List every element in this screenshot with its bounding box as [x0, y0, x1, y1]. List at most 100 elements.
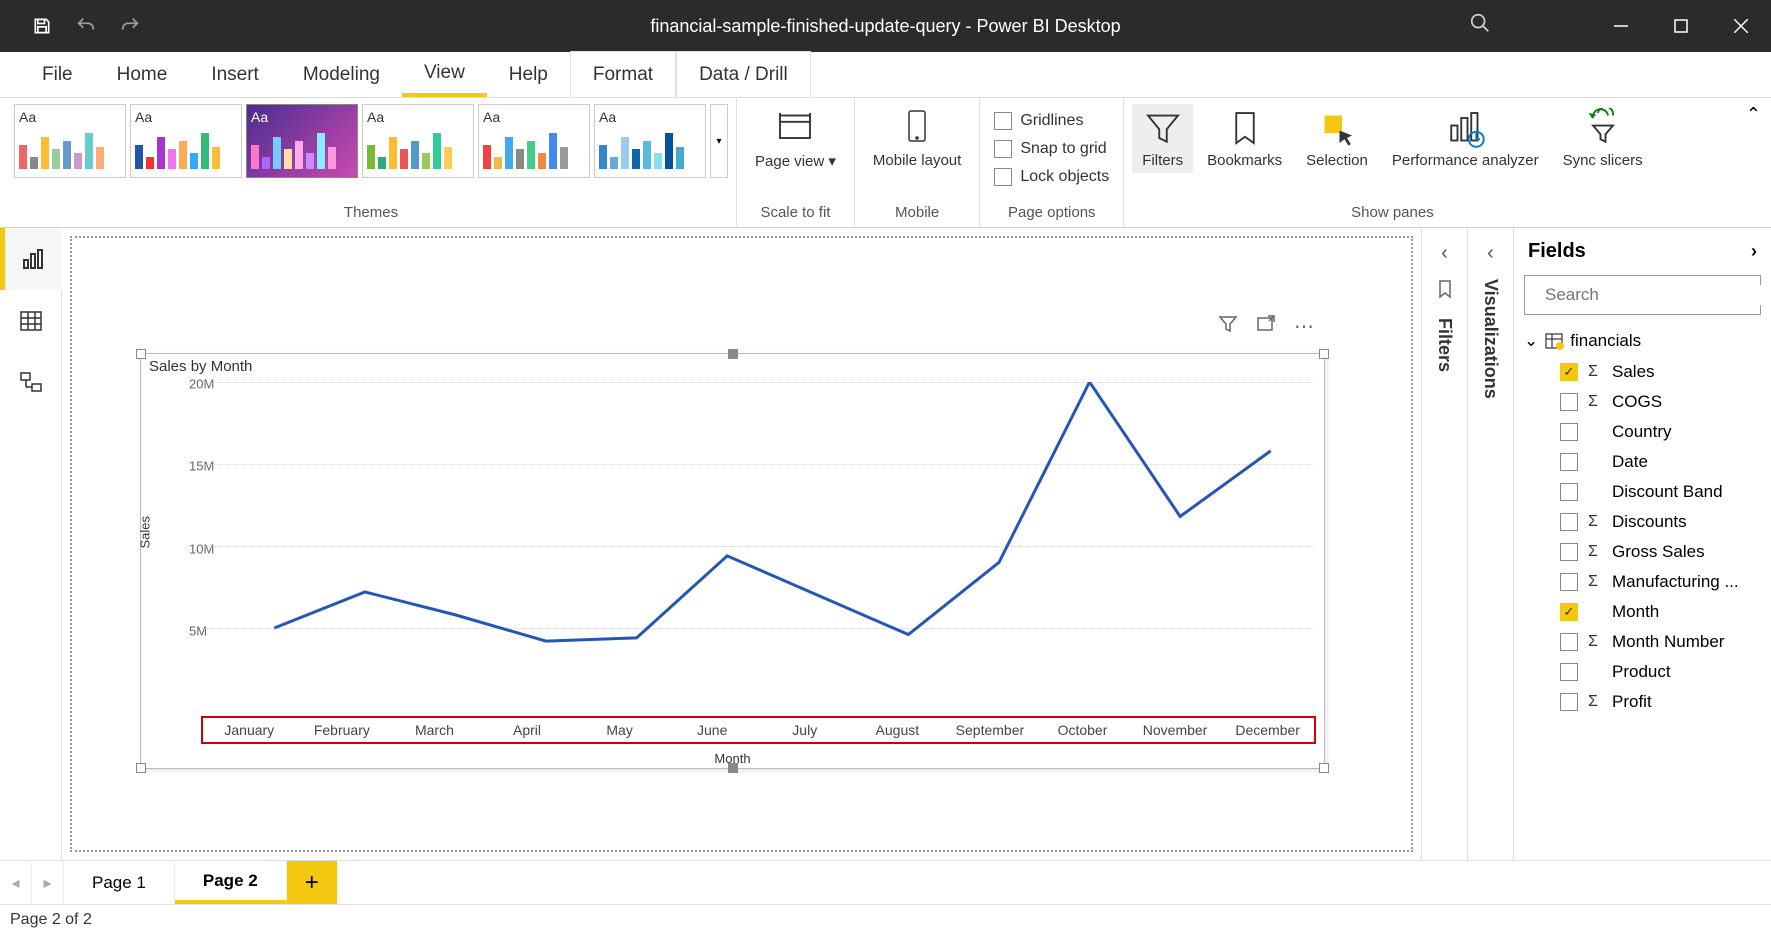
page-tab-2[interactable]: Page 2	[175, 861, 287, 904]
tab-home[interactable]: Home	[95, 52, 190, 97]
checkbox[interactable]	[1560, 423, 1578, 441]
checkbox[interactable]	[1560, 453, 1578, 471]
table-icon	[1544, 331, 1564, 351]
filters-pane-button[interactable]: Filters	[1132, 104, 1193, 173]
checkbox[interactable]	[1560, 633, 1578, 651]
sync-slicers-button[interactable]: Sync slicers	[1553, 104, 1653, 173]
chart-plot	[229, 382, 1316, 710]
status-text: Page 2 of 2	[10, 911, 92, 929]
chart-ylabel: Sales	[138, 516, 153, 549]
add-page-button[interactable]: +	[287, 861, 337, 904]
field-profit[interactable]: ΣProfit	[1520, 687, 1765, 717]
field-discount-band[interactable]: Discount Band	[1520, 477, 1765, 507]
next-page-icon[interactable]: ▸	[32, 861, 64, 904]
bookmarks-button[interactable]: Bookmarks	[1197, 104, 1292, 173]
x-tick: February	[296, 718, 389, 742]
tab-format[interactable]: Format	[570, 51, 676, 97]
group-pageopts-label: Page options	[1008, 204, 1096, 225]
tab-view[interactable]: View	[402, 52, 487, 97]
checkbox[interactable]: ✓	[1560, 603, 1578, 621]
fields-title: Fields	[1528, 240, 1586, 263]
data-view-icon[interactable]	[0, 290, 62, 352]
checkbox[interactable]	[1560, 573, 1578, 591]
field-month[interactable]: ✓Month	[1520, 597, 1765, 627]
checkbox[interactable]: ✓	[1560, 363, 1578, 381]
report-view-icon[interactable]	[0, 228, 62, 290]
theme-5[interactable]: Aa	[478, 104, 590, 178]
checkbox[interactable]	[1560, 663, 1578, 681]
report-canvas[interactable]: ⋯ Sales by Month Sales Month 5M10M15M20M…	[62, 228, 1421, 860]
field-product[interactable]: Product	[1520, 657, 1765, 687]
tab-help[interactable]: Help	[487, 52, 570, 97]
focus-mode-icon[interactable]	[1256, 314, 1276, 340]
fields-search[interactable]	[1524, 275, 1761, 315]
checkbox[interactable]	[1560, 393, 1578, 411]
more-options-icon[interactable]: ⋯	[1294, 314, 1314, 340]
performance-button[interactable]: Performance analyzer	[1382, 104, 1549, 173]
tab-modeling[interactable]: Modeling	[281, 52, 402, 97]
checkbox[interactable]	[1560, 483, 1578, 501]
page-tabs: ◂ ▸ Page 1 Page 2 +	[0, 860, 1771, 904]
chevron-left-icon[interactable]: ‹	[1441, 242, 1448, 265]
field-discounts[interactable]: Σ Discounts	[1520, 507, 1765, 537]
field-month-number[interactable]: ΣMonth Number	[1520, 627, 1765, 657]
theme-6[interactable]: Aa	[594, 104, 706, 178]
chart-visual[interactable]: ⋯ Sales by Month Sales Month 5M10M15M20M…	[140, 353, 1325, 769]
selection-button[interactable]: Selection	[1296, 104, 1378, 173]
page-view-button[interactable]: Page view ▾	[745, 104, 846, 174]
page-tab-1[interactable]: Page 1	[64, 861, 175, 904]
field-label: Discounts	[1612, 512, 1687, 532]
field-gross-sales[interactable]: ΣGross Sales	[1520, 537, 1765, 567]
theme-1[interactable]: Aa	[14, 104, 126, 178]
window-title: financial-sample-finished-update-query -…	[650, 16, 1120, 37]
minimize-icon[interactable]	[1591, 0, 1651, 52]
fields-search-input[interactable]	[1545, 285, 1766, 305]
chevron-down-icon: ⌄	[1524, 331, 1538, 351]
snap-checkbox[interactable]: Snap to grid	[988, 138, 1112, 160]
field-label: Gross Sales	[1612, 542, 1705, 562]
sigma-icon: Σ	[1588, 693, 1602, 711]
save-icon[interactable]	[20, 4, 64, 48]
field-country[interactable]: Country	[1520, 417, 1765, 447]
theme-dropdown[interactable]: ▾	[710, 104, 728, 178]
visual-filter-icon[interactable]	[1218, 314, 1238, 340]
collapse-ribbon-icon[interactable]: ⌃	[1746, 104, 1761, 125]
gridlines-checkbox[interactable]: Gridlines	[988, 110, 1089, 132]
checkbox[interactable]	[1560, 513, 1578, 531]
close-icon[interactable]	[1711, 0, 1771, 52]
tab-file[interactable]: File	[20, 52, 95, 97]
chevron-right-icon[interactable]: ›	[1751, 241, 1757, 262]
field-date[interactable]: Date	[1520, 447, 1765, 477]
x-tick: September	[944, 718, 1037, 742]
field-label: Date	[1612, 452, 1648, 472]
tab-insert[interactable]: Insert	[189, 52, 281, 97]
model-view-icon[interactable]	[0, 352, 62, 414]
mobile-layout-button[interactable]: Mobile layout	[863, 104, 971, 173]
chevron-left-icon[interactable]: ‹	[1487, 242, 1494, 265]
table-label: financials	[1570, 331, 1641, 351]
sigma-icon: Σ	[1588, 363, 1602, 381]
search-icon[interactable]	[1469, 12, 1491, 40]
sigma-icon: Σ	[1588, 513, 1602, 531]
filters-pane-collapsed[interactable]: ‹ Filters	[1421, 228, 1467, 860]
theme-2[interactable]: Aa	[130, 104, 242, 178]
theme-4[interactable]: Aa	[362, 104, 474, 178]
fields-tree: ⌄ financials ✓ΣSalesΣCOGSCountryDateDisc…	[1514, 325, 1771, 860]
visualizations-pane-collapsed[interactable]: ‹ Visualizations	[1467, 228, 1513, 860]
theme-3[interactable]: Aa	[246, 104, 358, 178]
checkbox[interactable]	[1560, 543, 1578, 561]
field-manufacturing-[interactable]: ΣManufacturing ...	[1520, 567, 1765, 597]
lock-checkbox[interactable]: Lock objects	[988, 166, 1115, 188]
undo-icon[interactable]	[64, 4, 108, 48]
prev-page-icon[interactable]: ◂	[0, 861, 32, 904]
field-sales[interactable]: ✓ΣSales	[1520, 357, 1765, 387]
table-financials[interactable]: ⌄ financials	[1520, 325, 1765, 357]
main-area: ⋯ Sales by Month Sales Month 5M10M15M20M…	[0, 228, 1771, 860]
field-cogs[interactable]: ΣCOGS	[1520, 387, 1765, 417]
maximize-icon[interactable]	[1651, 0, 1711, 52]
field-label: COGS	[1612, 392, 1662, 412]
field-label: Discount Band	[1612, 482, 1723, 502]
redo-icon[interactable]	[108, 4, 152, 48]
checkbox[interactable]	[1560, 693, 1578, 711]
tab-data-drill[interactable]: Data / Drill	[676, 51, 811, 97]
